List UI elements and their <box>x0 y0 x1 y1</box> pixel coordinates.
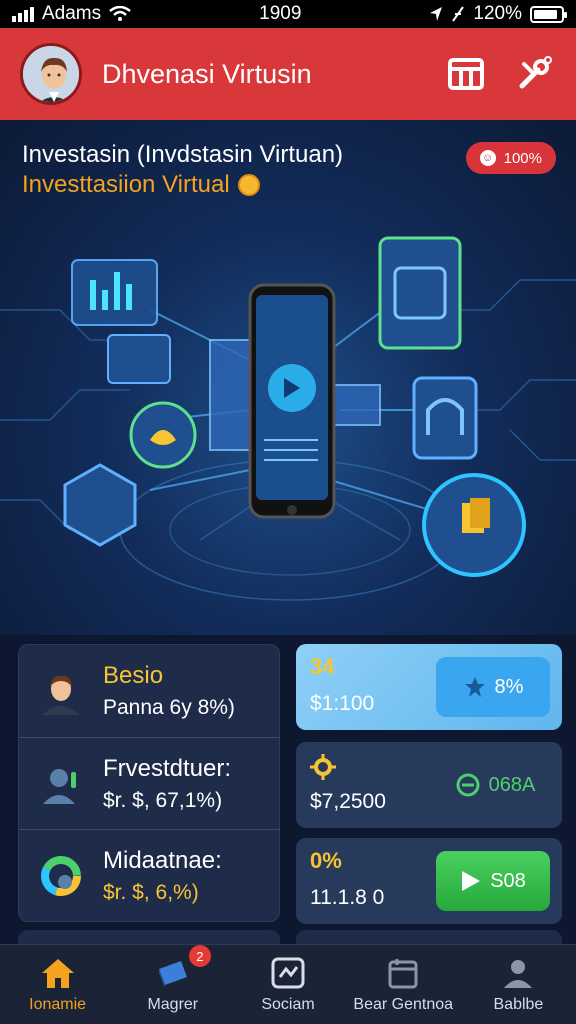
battery-icon <box>530 5 567 23</box>
avatar[interactable] <box>20 43 82 105</box>
nav-label: Sociam <box>261 995 315 1013</box>
stat-card-button-label: 068A <box>488 773 536 796</box>
calendar-icon <box>385 956 421 990</box>
stat-card-value: $7,2500 <box>310 790 386 813</box>
investor-list: Besio Panna 6y 8%) Frvestdtuer: $r. $, 6… <box>18 644 280 922</box>
app-title: Dhvenasi Virtusin <box>102 58 312 89</box>
nav-label: Magrer <box>147 995 199 1013</box>
list-item[interactable]: Midaatnae: $r. $, 6,%) <box>19 829 279 921</box>
stat-card-value: $1:100 <box>310 692 375 715</box>
nav-label: Bear Gentnoa <box>353 995 454 1013</box>
star-icon <box>464 677 485 697</box>
sun-icon <box>310 754 336 780</box>
stat-card-button-label: 8% <box>494 675 524 698</box>
list-item-title: Frvestdtuer: <box>103 754 232 782</box>
carrier-name: Adams <box>42 3 102 24</box>
person-avatar-icon <box>35 665 87 717</box>
location-icon <box>430 7 443 21</box>
list-item-title: Midaatnae: <box>103 846 222 874</box>
signal-strength-icon <box>452 6 465 22</box>
nav-bear-gentnoa[interactable]: Bear Gentnoa <box>346 945 461 1024</box>
stat-card-button[interactable]: 068A <box>440 755 550 815</box>
list-item[interactable]: Frvestdtuer: $r. $, 67,1%) <box>19 737 279 829</box>
stat-card[interactable]: $7,2500 068A <box>296 742 562 828</box>
hero-subtitle-row: Investtasiion Virtual <box>22 170 452 200</box>
coin-swap-icon <box>456 773 480 797</box>
hero-title: Investasin (Invdstasin Virtuan) <box>22 141 344 168</box>
nav-home[interactable]: Ionamie <box>0 945 115 1024</box>
coin-icon <box>237 174 260 196</box>
notification-badge: 2 <box>188 945 211 967</box>
stat-card[interactable]: 0% 11.1.8 0 S08 <box>296 838 562 924</box>
list-item-subtitle: Panna 6y 8%) <box>103 696 235 719</box>
home-icon <box>40 956 76 990</box>
chart-square-icon <box>270 956 306 990</box>
user-silhouette-icon <box>35 758 87 810</box>
nav-social[interactable]: Sociam <box>230 945 345 1024</box>
book-icon <box>155 956 191 990</box>
hero-banner: Investasin (Invdstasin Virtuan) Investta… <box>0 120 576 635</box>
stat-card[interactable]: 34 $1:100 8% <box>296 644 562 730</box>
badge-face-icon: ☺ <box>479 150 496 166</box>
app-bar: Dhvenasi Virtusin <box>0 28 576 120</box>
list-item[interactable]: Besio Panna 6y 8%) <box>19 645 279 737</box>
battery-percent: 120% <box>473 3 522 24</box>
hero-heading: Investasin (Invdstasin Virtuan) Investta… <box>22 140 452 200</box>
stat-card-value: 11.1.8 0 <box>310 886 385 909</box>
hero-subtitle: Investtasiion Virtual <box>22 171 230 198</box>
signal-icon <box>12 6 34 22</box>
nav-label: Ionamie <box>29 995 87 1013</box>
list-item-subtitle: $r. $, 67,1%) <box>103 788 223 812</box>
table-icon[interactable] <box>444 52 488 96</box>
list-item-subtitle: $r. $, 6,%) <box>103 880 199 904</box>
tools-icon[interactable] <box>512 52 556 96</box>
nav-label: Bablbe <box>493 995 544 1013</box>
play-button[interactable]: S08 <box>436 851 550 911</box>
badge-label: 100% <box>503 149 542 167</box>
list-item-title: Besio <box>103 662 164 689</box>
stat-card-label: 0% <box>310 848 342 873</box>
status-bar: Adams 1909 120% <box>0 0 576 28</box>
status-badge[interactable]: ☺ 100% <box>465 142 556 174</box>
play-icon <box>462 871 481 891</box>
profile-icon <box>500 956 536 990</box>
wifi-icon <box>109 6 131 21</box>
play-button-label: S08 <box>490 869 526 892</box>
nav-profile[interactable]: Bablbe <box>461 945 576 1024</box>
donut-chart-icon <box>35 850 87 902</box>
nav-manager[interactable]: 2 Magrer <box>115 945 230 1024</box>
stat-card-button[interactable]: 8% <box>436 657 550 717</box>
bottom-nav: Ionamie 2 Magrer Sociam Bear Gentnoa Bab… <box>0 944 576 1024</box>
stat-card-label: 34 <box>310 654 335 679</box>
clock: 1909 <box>259 3 302 24</box>
